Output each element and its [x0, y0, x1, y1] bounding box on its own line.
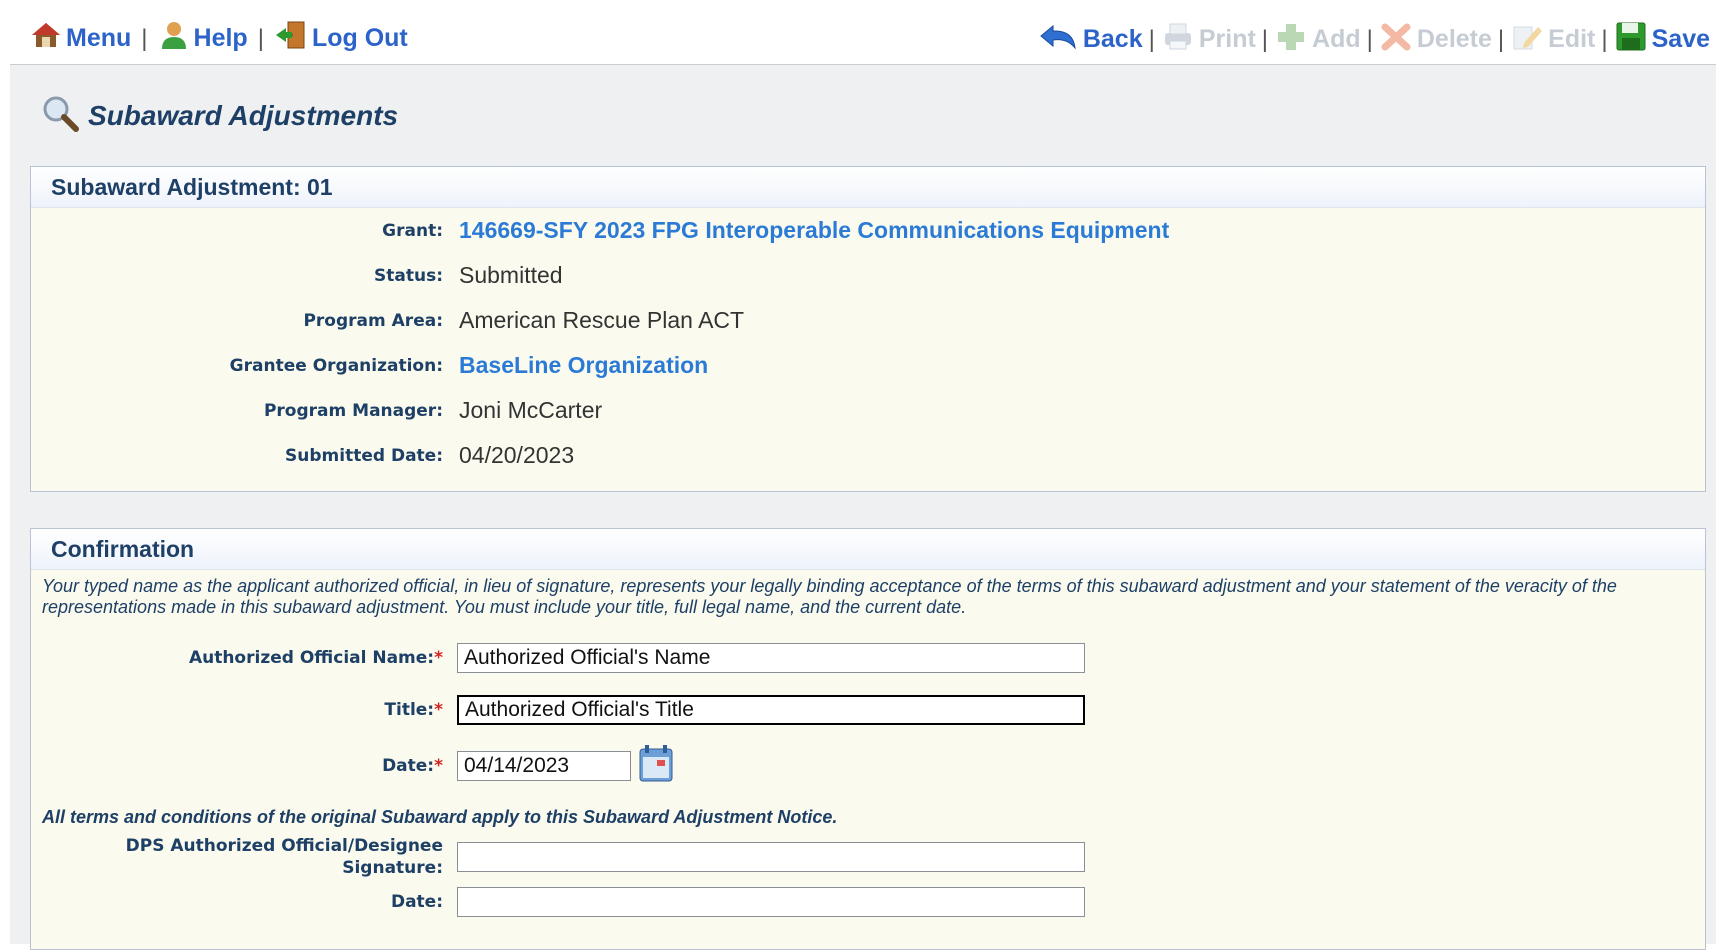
add-label: Add	[1312, 25, 1361, 53]
program-area-row: Program Area: American Rescue Plan ACT	[31, 307, 744, 334]
official-name-label: Authorized Official Name:*	[188, 648, 443, 668]
page-title-text: Subaward Adjustments	[88, 99, 399, 131]
back-button[interactable]: Back	[1039, 22, 1143, 57]
calendar-icon[interactable]	[637, 743, 675, 788]
status-value: Submitted	[459, 262, 563, 288]
separator: |	[1601, 25, 1608, 53]
title-label: Title:*	[384, 700, 443, 720]
dps-date-input[interactable]	[457, 887, 1085, 917]
date-input[interactable]	[457, 750, 631, 781]
logout-door-icon	[274, 20, 312, 57]
required-asterisk: *	[434, 700, 443, 720]
page-title: Subaward Adjustments	[40, 93, 398, 138]
title-row: Title:*	[31, 695, 1085, 725]
program-manager-label: Program Manager:	[263, 400, 443, 421]
edit-button[interactable]: Edit	[1510, 21, 1595, 58]
separator: |	[257, 24, 264, 52]
required-asterisk: *	[434, 648, 443, 668]
program-manager-row: Program Manager: Joni McCarter	[31, 397, 602, 424]
menu-label: Menu	[66, 24, 132, 52]
print-label: Print	[1198, 25, 1256, 53]
grantee-org-label: Grantee Organization:	[229, 355, 443, 376]
dps-signature-row: DPS Authorized Official/Designee Signatur…	[31, 835, 1085, 879]
user-help-icon	[158, 20, 194, 57]
title-input[interactable]	[457, 695, 1085, 725]
menu-button[interactable]: Menu	[30, 21, 131, 56]
official-name-row: Authorized Official Name:*	[31, 643, 1085, 673]
legal-notice: Your typed name as the applicant authori…	[42, 576, 1617, 617]
back-label: Back	[1082, 25, 1143, 53]
program-area-value: American Rescue Plan ACT	[459, 307, 745, 333]
summary-panel: Subaward Adjustment: 01 Grant: 146669-SF…	[30, 166, 1706, 492]
confirmation-heading: Confirmation	[31, 529, 1705, 570]
main-content: Subaward Adjustments Subaward Adjustment…	[10, 65, 1716, 950]
dps-signature-label: DPS Authorized Official/Designee Signatur…	[125, 836, 443, 878]
save-label: Save	[1651, 25, 1710, 53]
grant-label: Grant:	[382, 220, 443, 241]
separator: |	[1366, 25, 1373, 53]
program-manager-value: Joni McCarter	[459, 397, 603, 423]
date-row: Date:*	[31, 743, 675, 788]
grantee-org-link[interactable]: BaseLine Organization	[459, 352, 708, 379]
submitted-date-label: Submitted Date:	[285, 445, 443, 466]
grant-row: Grant: 146669-SFY 2023 FPG Interoperable…	[31, 217, 1169, 244]
home-icon	[30, 21, 66, 56]
logout-label: Log Out	[311, 24, 408, 52]
separator: |	[1148, 25, 1155, 53]
dps-date-label: Date:	[390, 892, 443, 912]
back-arrow-icon	[1039, 22, 1083, 57]
submitted-date-row: Submitted Date: 04/20/2023	[31, 442, 574, 469]
required-asterisk: *	[434, 755, 443, 776]
delete-x-icon	[1379, 21, 1417, 58]
magnifier-icon	[40, 93, 80, 138]
official-name-input[interactable]	[457, 643, 1085, 673]
dps-date-row: Date:	[31, 887, 1085, 917]
help-button[interactable]: Help	[158, 20, 248, 57]
edit-pencil-icon	[1510, 21, 1548, 58]
top-toolbar: Menu | Help | Log Out Back | Print | Add…	[10, 0, 1716, 65]
add-button[interactable]: Add	[1274, 21, 1361, 58]
grantee-org-row: Grantee Organization: BaseLine Organizat…	[31, 352, 709, 379]
date-label: Date:*	[382, 755, 443, 776]
add-plus-icon	[1274, 21, 1312, 58]
help-label: Help	[193, 24, 248, 52]
save-button[interactable]: Save	[1614, 20, 1710, 59]
terms-note: All terms and conditions of the original…	[42, 807, 838, 827]
confirmation-panel: Confirmation Your typed name as the appl…	[30, 528, 1706, 950]
print-button[interactable]: Print	[1161, 21, 1256, 58]
submitted-date-value: 04/20/2023	[459, 442, 575, 468]
delete-button[interactable]: Delete	[1379, 21, 1492, 58]
delete-label: Delete	[1416, 25, 1492, 53]
summary-heading: Subaward Adjustment: 01	[31, 167, 1705, 208]
toolbar-left-group: Menu | Help | Log Out	[30, 20, 408, 57]
status-label: Status:	[374, 265, 443, 286]
separator: |	[1497, 25, 1505, 53]
toolbar-right-group: Back | Print | Add | Delete | Edit | Sav…	[1039, 20, 1710, 59]
edit-label: Edit	[1548, 25, 1596, 53]
grant-link[interactable]: 146669-SFY 2023 FPG Interoperable Commun…	[459, 217, 1169, 244]
print-icon	[1161, 21, 1199, 58]
separator: |	[1261, 25, 1269, 53]
logout-button[interactable]: Log Out	[274, 20, 408, 57]
save-disk-icon	[1614, 20, 1652, 59]
status-row: Status: Submitted	[31, 262, 563, 289]
program-area-label: Program Area:	[303, 310, 443, 331]
separator: |	[141, 24, 148, 52]
dps-signature-input[interactable]	[457, 842, 1085, 872]
left-strip	[0, 0, 10, 944]
